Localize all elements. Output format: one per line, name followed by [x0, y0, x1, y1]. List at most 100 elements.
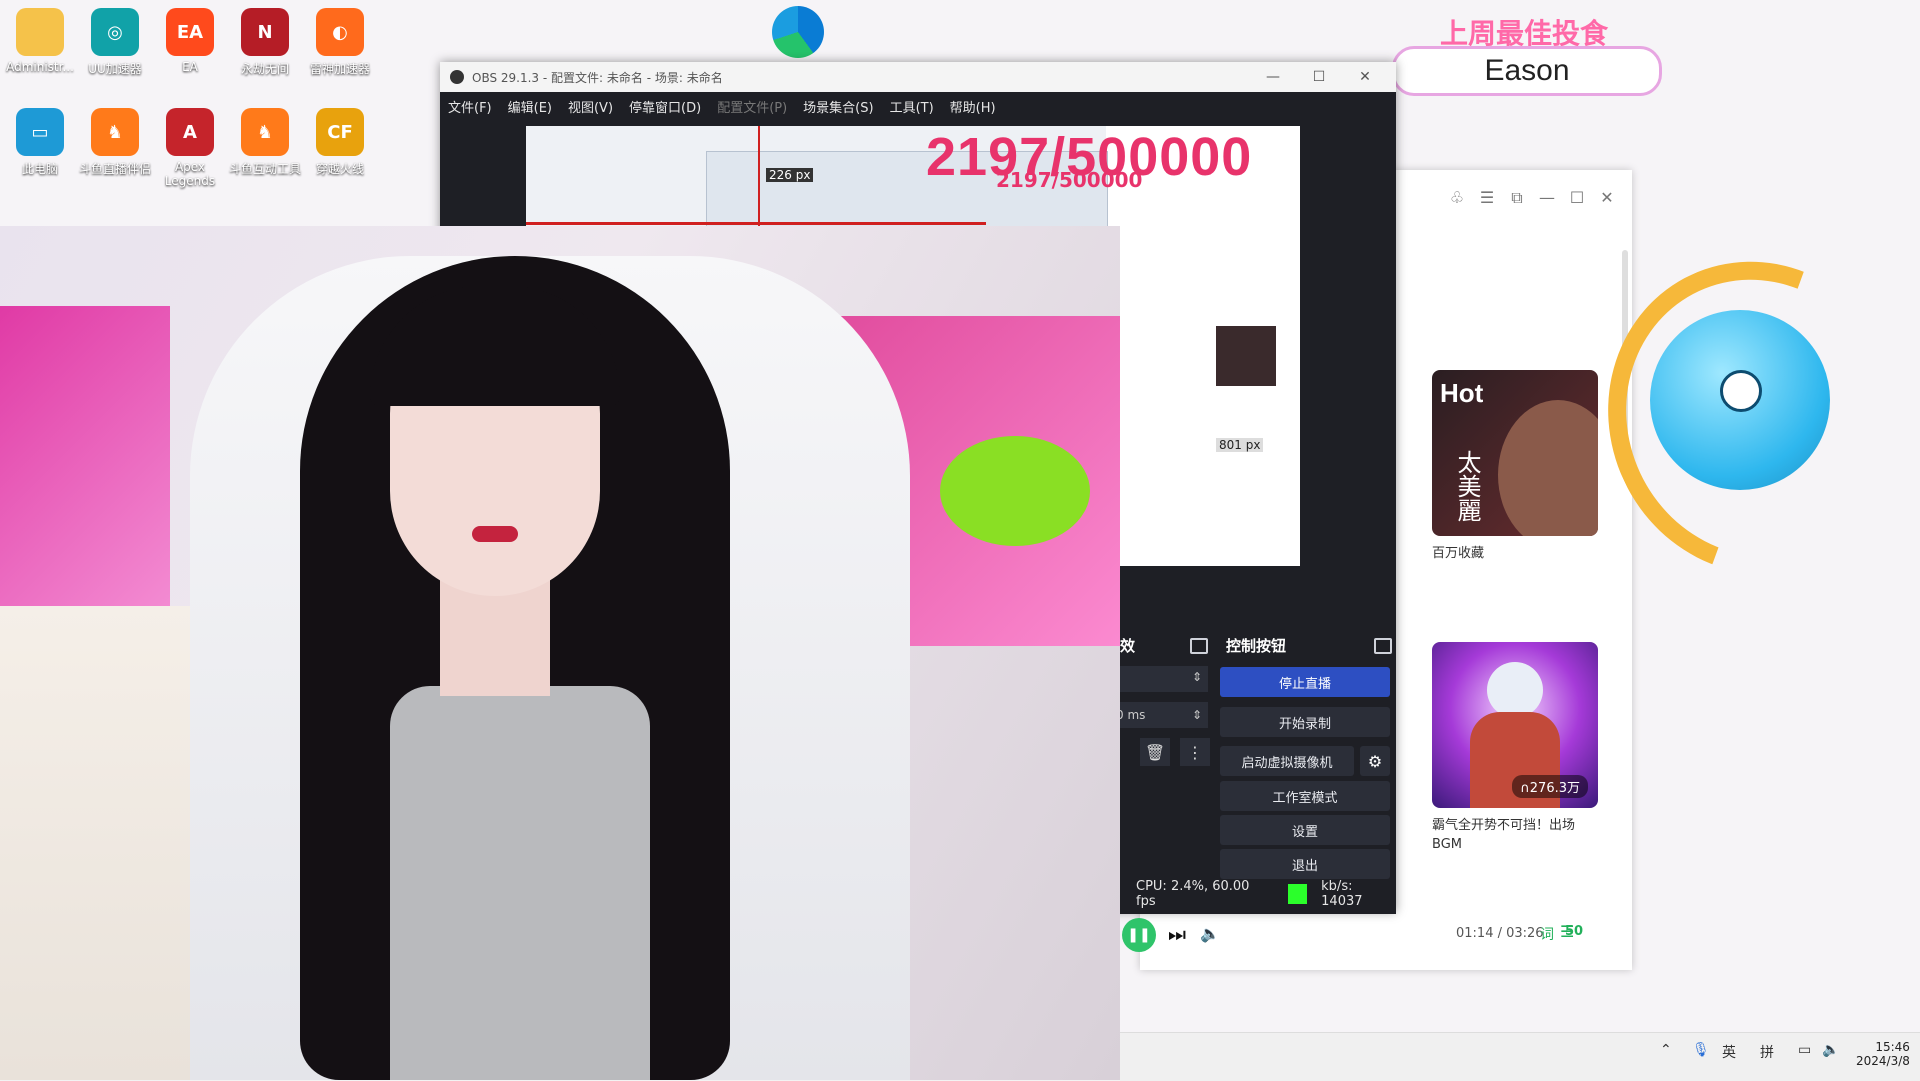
menu-profile[interactable]: 配置文件(P) — [717, 97, 787, 116]
desktop-icon[interactable]: ▭ 此电脑 — [0, 108, 80, 177]
chevron-up-icon[interactable]: ⌃ — [1660, 1042, 1672, 1058]
webcam-person-top — [390, 686, 650, 1080]
desktop-icon[interactable]: N 永劫无间 — [225, 8, 305, 77]
apex-icon: A — [166, 108, 214, 156]
desktop-icon-label: UU加速器 — [88, 62, 142, 76]
minimize-icon[interactable]: — — [1250, 62, 1296, 92]
music-window-controls: ♧ ☰ ⧉ — ☐ ✕ — [1442, 188, 1622, 208]
studio-mode-button[interactable]: 工作室模式 — [1220, 781, 1390, 811]
obs-logo-icon — [450, 70, 464, 84]
uu-accelerator-icon: ◎ — [91, 8, 139, 56]
obs-window-title: OBS 29.1.3 - 配置文件: 未命名 - 场景: 未命名 — [472, 70, 723, 85]
duration-value: 0 ms — [1116, 708, 1146, 722]
menu-tools[interactable]: 工具(T) — [890, 97, 934, 116]
album-art-face — [1498, 400, 1598, 536]
playlist-icon[interactable]: ☰ — [1560, 922, 1574, 941]
playback-time: 01:14 / 03:26 — [1456, 926, 1544, 941]
mascot-eye — [1720, 370, 1762, 412]
preview-nested-counter: 2197/500000 — [996, 168, 1143, 192]
stream-health-indicator — [1287, 884, 1308, 904]
microphone-icon[interactable]: 🎙 — [1692, 1042, 1710, 1058]
mini-mode-icon[interactable]: ⧉ — [1502, 188, 1532, 208]
edge-icon[interactable] — [772, 6, 824, 58]
desktop-icon-label: Apex Legends — [164, 160, 216, 188]
menu-view[interactable]: 视图(V) — [568, 97, 613, 116]
menu-scene-collection[interactable]: 场景集合(S) — [803, 97, 873, 116]
album-art-text: 太美麗 — [1453, 450, 1481, 522]
menu-help[interactable]: 帮助(H) — [950, 97, 996, 116]
playlist-card-bgm[interactable]: ∩276.3万 — [1432, 642, 1598, 808]
desktop-icon[interactable]: ◐ 雷神加速器 — [300, 8, 380, 77]
partial-spinbox[interactable]: ⇕ — [1116, 666, 1208, 692]
desktop-icon-label: EA — [182, 60, 198, 74]
gear-icon[interactable]: ⚙ — [1360, 746, 1390, 776]
crossfire-icon: CF — [316, 108, 364, 156]
menu-icon[interactable]: ☰ — [1472, 188, 1502, 208]
menu-edit[interactable]: 编辑(E) — [508, 97, 552, 116]
next-track-icon[interactable]: ⏭ — [1168, 922, 1186, 946]
hot-tag: Hot — [1440, 378, 1484, 408]
desktop-icon[interactable]: EA EA — [150, 8, 230, 74]
desktop-icon[interactable]: Administr... — [0, 8, 80, 74]
playlist-card-label[interactable]: 霸气全开势不可挡！出场BGM — [1432, 816, 1602, 854]
maximize-icon[interactable]: ☐ — [1562, 188, 1592, 208]
network-icon[interactable]: ▭ — [1798, 1042, 1811, 1058]
desktop-icon[interactable]: A Apex Legends — [150, 108, 230, 188]
partial-duration-field[interactable]: 0 ms ⇕ — [1116, 702, 1208, 728]
menu-file[interactable]: 文件(F) — [448, 97, 492, 116]
start-virtual-camera-button[interactable]: 启动虚拟摄像机 — [1220, 746, 1354, 776]
playlist-card-hot[interactable]: Hot 太美麗 — [1432, 370, 1598, 536]
close-icon[interactable]: ✕ — [1342, 62, 1388, 92]
desktop-icon-label: 斗鱼互动工具 — [228, 162, 301, 176]
stop-stream-button[interactable]: 停止直播 — [1220, 667, 1390, 697]
webcam-figure-shelf — [0, 606, 190, 1080]
desktop-icon[interactable]: ♞ 斗鱼直播伴侣 — [75, 108, 155, 177]
undock-icon[interactable] — [1374, 638, 1392, 654]
more-options-icon[interactable]: ⋮ — [1180, 738, 1210, 766]
play-count: ∩276.3万 — [1512, 775, 1588, 798]
webcam-poster-left — [0, 306, 170, 606]
webcam-plush-toy — [940, 436, 1090, 546]
obs-window-controls: — ☐ ✕ — [1250, 62, 1388, 92]
skin-icon[interactable]: ♧ — [1442, 188, 1472, 208]
pause-icon[interactable]: ❚❚ — [1122, 918, 1156, 952]
cpu-fps-readout: CPU: 2.4%, 60.00 fps — [1136, 879, 1250, 909]
leishen-icon: ◐ — [316, 8, 364, 56]
preview-guide-horizontal — [526, 222, 986, 225]
taskbar-clock[interactable]: 15:46 2024/3/8 — [1856, 1040, 1910, 1068]
webcam-person-lips — [472, 526, 518, 542]
lyrics-button[interactable]: 词 — [1540, 924, 1554, 944]
douyu-tool-icon: ♞ — [241, 108, 289, 156]
speaker-icon[interactable]: 🔈 — [1822, 1042, 1839, 1058]
desktop-icon[interactable]: CF 穿越火线 — [300, 108, 380, 177]
clock-date: 2024/3/8 — [1856, 1054, 1910, 1068]
best-feeder-name: Eason — [1392, 46, 1662, 96]
naraka-icon: N — [241, 8, 289, 56]
trash-icon[interactable]: 🗑 — [1140, 738, 1170, 766]
close-icon[interactable]: ✕ — [1592, 188, 1622, 208]
desktop-icon-label: Administr... — [6, 60, 74, 74]
minimize-icon[interactable]: — — [1532, 188, 1562, 208]
start-record-button[interactable]: 开始录制 — [1220, 707, 1390, 737]
preview-thumb — [1216, 326, 1276, 386]
this-pc-icon: ▭ — [16, 108, 64, 156]
volume-icon[interactable]: 🔈 — [1200, 924, 1220, 943]
ime-mode[interactable]: 拼 — [1760, 1042, 1774, 1062]
desktop-icon[interactable]: ◎ UU加速器 — [75, 8, 155, 77]
panel-partial-title: 效 — [1120, 637, 1136, 655]
settings-button[interactable]: 设置 — [1220, 815, 1390, 845]
preview-px-label: 801 px — [1216, 438, 1264, 452]
album-art-figure-head — [1487, 662, 1543, 718]
webcam-feed — [0, 226, 1120, 1080]
desktop-icon-label: 斗鱼直播伴侣 — [78, 162, 151, 176]
desktop-icon[interactable]: ♞ 斗鱼互动工具 — [225, 108, 305, 177]
douyu-companion-icon: ♞ — [91, 108, 139, 156]
preview-px-label: 226 px — [766, 168, 814, 182]
input-language[interactable]: 英 — [1722, 1042, 1736, 1062]
bitrate-readout: kb/s: 14037 — [1321, 879, 1363, 909]
undock-icon[interactable] — [1190, 638, 1208, 654]
exit-button[interactable]: 退出 — [1220, 849, 1390, 879]
menu-docks[interactable]: 停靠窗口(D) — [629, 97, 701, 116]
playlist-card-label[interactable]: 百万收藏 — [1432, 544, 1602, 563]
maximize-icon[interactable]: ☐ — [1296, 62, 1342, 92]
